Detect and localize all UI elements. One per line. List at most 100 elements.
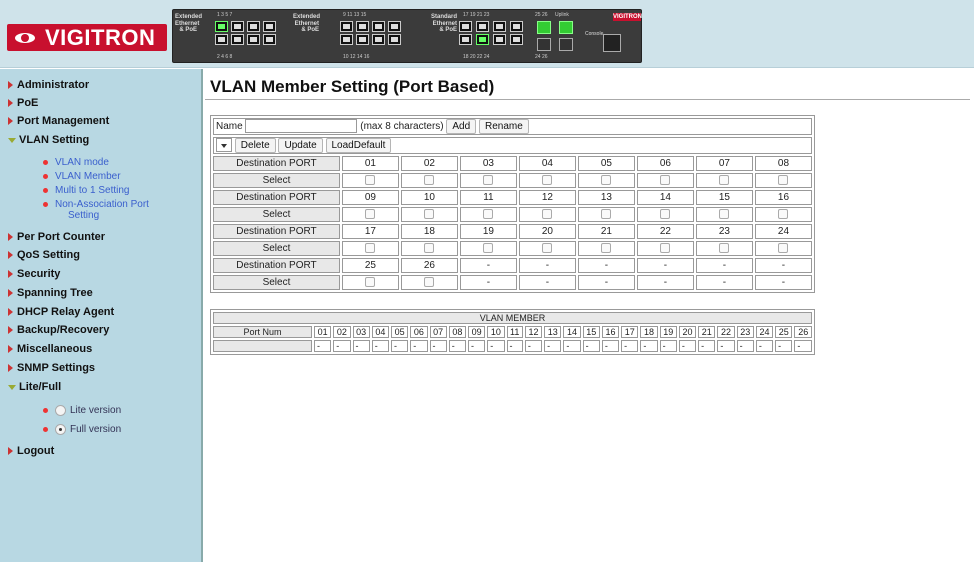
port-number-cell: - xyxy=(695,258,753,273)
sidebar-item-logout[interactable]: Logout xyxy=(8,445,54,457)
delete-button[interactable]: Delete xyxy=(234,138,276,153)
port-number-cell: 16 xyxy=(754,190,812,205)
vlan-name-input[interactable] xyxy=(245,119,358,134)
port-select-checkbox[interactable] xyxy=(542,209,553,220)
page-title: VLAN Member Setting (Port Based) xyxy=(210,77,495,96)
member-port-value: - xyxy=(448,340,466,352)
sidebar-item-per-port-counter[interactable]: Per Port Counter xyxy=(8,231,105,243)
port-select-checkbox[interactable] xyxy=(601,243,612,254)
submenu-non-association-port[interactable]: Non-Association Port Setting xyxy=(43,199,149,221)
port-select-checkbox[interactable] xyxy=(601,175,612,186)
port-15 xyxy=(388,21,401,32)
member-port-number: 05 xyxy=(391,326,409,338)
port-select-checkbox[interactable] xyxy=(660,175,671,186)
port-number-cell: 23 xyxy=(695,224,753,239)
destination-port-row: Destination PORT 01 02 03 04 05 06 07 08 xyxy=(213,156,812,171)
port-select-checkbox[interactable] xyxy=(483,243,494,254)
sidebar-item-administrator[interactable]: Administrator xyxy=(8,79,89,91)
sidebar-item-spanning-tree[interactable]: Spanning Tree xyxy=(8,287,93,299)
ext-ethernet-label-2: Extended Ethernet & PoE xyxy=(293,14,321,33)
port-number-cell: 25 xyxy=(341,258,399,273)
full-version-radio[interactable] xyxy=(55,424,66,435)
vlan-select-dropdown[interactable] xyxy=(216,138,232,153)
sidebar-item-lite-full[interactable]: Lite/Full xyxy=(8,381,61,393)
lite-version-option[interactable]: Lite version xyxy=(43,405,121,416)
sidebar-item-miscellaneous[interactable]: Miscellaneous xyxy=(8,343,92,355)
empty-select-cell: - xyxy=(754,275,812,290)
device-front-panel: Extended Ethernet & PoE 1 3 5 7 2 4 6 8 … xyxy=(172,9,642,63)
vlan-member-table: VLAN MEMBER Port Num 01 02 03 04 05 06 07 08 09 1… xyxy=(210,309,815,355)
port-2 xyxy=(215,34,228,45)
port-19 xyxy=(476,21,489,32)
port-select-checkbox[interactable] xyxy=(542,243,553,254)
port-number-cell: 20 xyxy=(518,224,576,239)
sidebar-item-qos-setting[interactable]: QoS Setting xyxy=(8,249,80,261)
port-number-cell: 12 xyxy=(518,190,576,205)
port-select-cell xyxy=(695,207,753,222)
loaddefault-button[interactable]: LoadDefault xyxy=(325,138,392,153)
update-button[interactable]: Update xyxy=(278,138,323,153)
port-select-checkbox[interactable] xyxy=(719,175,730,186)
submenu-vlan-mode[interactable]: VLAN mode xyxy=(43,157,109,168)
port-select-checkbox[interactable] xyxy=(365,209,376,220)
member-port-number: 20 xyxy=(678,326,697,338)
member-port-number: 18 xyxy=(640,326,658,338)
sidebar-item-poe[interactable]: PoE xyxy=(8,97,38,109)
port-select-checkbox[interactable] xyxy=(660,209,671,220)
port-select-checkbox[interactable] xyxy=(542,175,553,186)
add-button[interactable]: Add xyxy=(446,119,477,134)
port-select-checkbox[interactable] xyxy=(719,209,730,220)
select-row: Select xyxy=(213,241,812,256)
sfp-port-25 xyxy=(537,21,551,34)
port-select-cell xyxy=(695,241,753,256)
vlan-member-title: VLAN MEMBER xyxy=(213,312,812,324)
member-port-number: 24 xyxy=(755,326,774,338)
sidebar-item-port-management[interactable]: Port Management xyxy=(8,115,109,127)
submenu-multi-to-1[interactable]: Multi to 1 Setting xyxy=(43,185,129,196)
select-label: Select xyxy=(213,173,340,188)
port-select-checkbox[interactable] xyxy=(778,243,789,254)
member-port-value: - xyxy=(352,340,370,352)
port-select-cell xyxy=(400,275,458,290)
port-select-checkbox[interactable] xyxy=(365,243,376,254)
member-port-number: 19 xyxy=(659,326,677,338)
sidebar-item-backup-recovery[interactable]: Backup/Recovery xyxy=(8,324,109,336)
member-port-value: - xyxy=(563,340,581,352)
rename-button[interactable]: Rename xyxy=(478,119,529,134)
bullet-icon xyxy=(43,202,48,207)
port-select-checkbox[interactable] xyxy=(365,175,376,186)
submenu-vlan-member[interactable]: VLAN Member xyxy=(43,171,121,182)
port-14 xyxy=(372,34,385,45)
sidebar-item-security[interactable]: Security xyxy=(8,268,60,280)
member-port-number: 09 xyxy=(468,326,486,338)
member-port-value: - xyxy=(717,340,735,352)
sidebar-item-snmp-settings[interactable]: SNMP Settings xyxy=(8,362,95,374)
port-select-checkbox[interactable] xyxy=(778,175,789,186)
sfp-numbers-top: 25 26 xyxy=(535,12,548,18)
port-num-label: Port Num xyxy=(213,326,312,338)
port-select-checkbox[interactable] xyxy=(719,243,730,254)
port-select-checkbox[interactable] xyxy=(483,209,494,220)
port-select-checkbox[interactable] xyxy=(424,209,435,220)
port-24 xyxy=(510,34,523,45)
arrow-right-icon xyxy=(8,81,13,89)
port-select-checkbox[interactable] xyxy=(365,277,376,288)
port-select-checkbox[interactable] xyxy=(483,175,494,186)
port-select-checkbox[interactable] xyxy=(424,243,435,254)
port-select-checkbox[interactable] xyxy=(424,175,435,186)
member-port-value: - xyxy=(410,340,428,352)
lite-version-radio[interactable] xyxy=(55,405,66,416)
sidebar-item-dhcp-relay-agent[interactable]: DHCP Relay Agent xyxy=(8,306,114,318)
select-label: Select xyxy=(213,241,340,256)
port-select-checkbox[interactable] xyxy=(660,243,671,254)
port-select-checkbox[interactable] xyxy=(424,277,435,288)
arrow-right-icon xyxy=(8,99,13,107)
port-select-checkbox[interactable] xyxy=(601,209,612,220)
port-group-1 xyxy=(215,21,276,45)
sidebar-item-vlan-setting[interactable]: VLAN Setting xyxy=(8,134,89,146)
port-21 xyxy=(493,21,506,32)
port-select-checkbox[interactable] xyxy=(778,209,789,220)
member-value-label xyxy=(213,340,312,352)
port-select-cell xyxy=(459,173,517,188)
full-version-option[interactable]: Full version xyxy=(43,424,121,435)
